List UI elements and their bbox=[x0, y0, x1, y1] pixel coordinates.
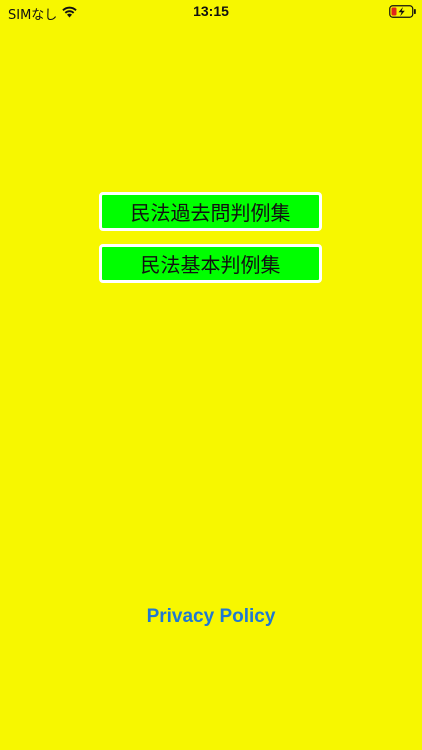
status-bar: SIMなし 13:15 bbox=[0, 0, 422, 24]
civil-law-basic-cases-button[interactable]: 民法基本判例集 bbox=[99, 244, 322, 283]
button-label: 民法基本判例集 bbox=[140, 253, 281, 277]
battery-charging-icon bbox=[389, 5, 416, 18]
status-time: 13:15 bbox=[193, 3, 229, 19]
button-label: 民法過去問判例集 bbox=[130, 201, 291, 225]
civil-law-past-exam-cases-button[interactable]: 民法過去問判例集 bbox=[99, 192, 322, 231]
privacy-policy-link[interactable]: Privacy Policy bbox=[0, 606, 422, 628]
